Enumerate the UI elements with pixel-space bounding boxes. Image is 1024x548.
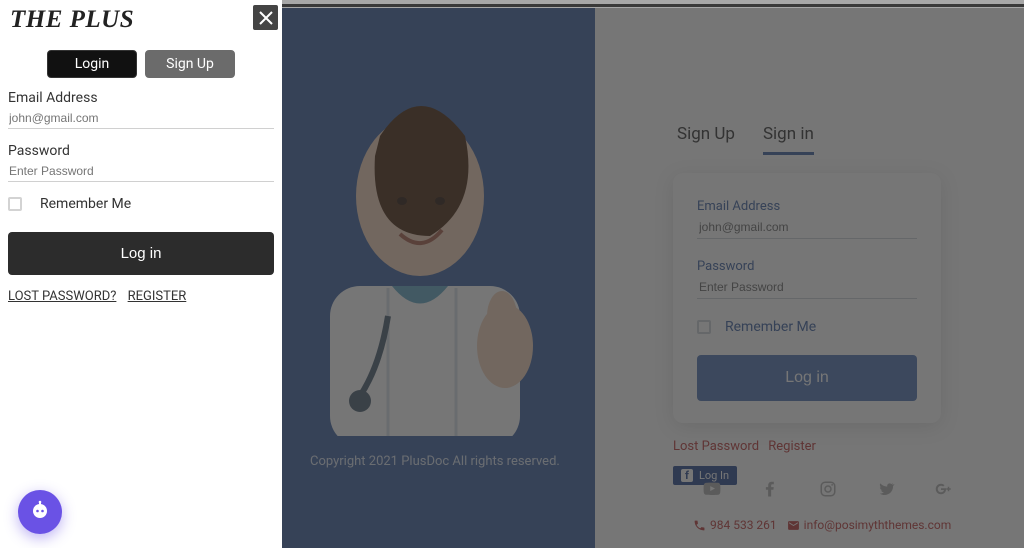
close-icon [259,11,273,25]
panel-remember-checkbox[interactable] [8,197,22,211]
panel-email-field[interactable] [8,108,274,129]
brand-logo: THE PLUS [0,0,282,34]
close-button[interactable] [253,5,278,30]
panel-email-row: Email Address [8,90,274,129]
panel-body: Login Sign Up Email Address Password Rem… [0,34,282,304]
panel-tabs: Login Sign Up [8,50,274,78]
panel-email-label: Email Address [8,90,274,106]
panel-lost-password-link[interactable]: LOST PASSWORD? [8,289,116,304]
chatbot-icon [28,500,52,524]
panel-tab-signup[interactable]: Sign Up [145,50,235,78]
panel-login-button[interactable]: Log in [8,232,274,275]
panel-password-field[interactable] [8,161,274,182]
panel-remember-label: Remember Me [40,196,131,212]
chat-fab[interactable] [18,490,62,534]
panel-links: LOST PASSWORD? REGISTER [8,289,274,304]
panel-remember-row: Remember Me [8,196,274,212]
panel-tab-login[interactable]: Login [47,50,137,78]
panel-register-link[interactable]: REGISTER [128,289,187,304]
panel-password-label: Password [8,143,274,159]
panel-password-row: Password [8,143,274,182]
login-panel: THE PLUS Login Sign Up Email Address Pas… [0,0,282,548]
